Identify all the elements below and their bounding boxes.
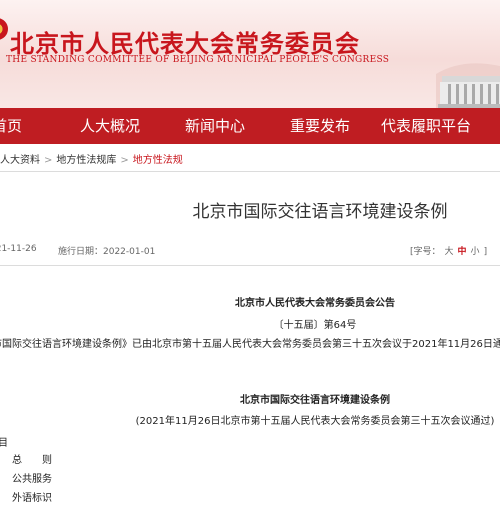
breadcrumb-current[interactable]: 地方性法规 bbox=[133, 151, 183, 166]
font-size-medium-button[interactable]: 中 bbox=[458, 247, 467, 257]
nav-item-news[interactable]: 新闻中心 bbox=[185, 108, 245, 144]
breadcrumb-item[interactable]: 地方性法规库 bbox=[56, 151, 116, 166]
site-subtitle: THE STANDING COMMITTEE OF BEIJING MUNICI… bbox=[6, 55, 390, 65]
main-nav: 首页 人大概况 新闻中心 重要发布 代表履职平台 bbox=[0, 108, 500, 144]
law-title: 北京市国际交往语言环境建设条例 bbox=[240, 395, 390, 406]
effective-date: 施行日期：2022-01-01 bbox=[58, 247, 156, 257]
meta-divider bbox=[0, 265, 500, 266]
breadcrumb-item[interactable]: 人大资料 bbox=[0, 151, 40, 166]
breadcrumb: 人大资料 > 地方性法规库 > 地方性法规 bbox=[0, 151, 183, 167]
breadcrumb-separator: > bbox=[120, 155, 129, 166]
toc-item-label[interactable]: 总 则 bbox=[12, 451, 52, 466]
national-emblem-icon bbox=[0, 18, 8, 40]
announcement-title: 北京市人民代表大会常务委员会公告 bbox=[235, 298, 395, 309]
font-size-label: [字号： bbox=[410, 247, 441, 257]
article-title: 北京市国际交往语言环境建设条例 bbox=[192, 202, 448, 222]
font-size-close: ] bbox=[483, 247, 488, 257]
toc-item-label[interactable]: 外语标识 bbox=[12, 489, 52, 504]
breadcrumb-divider bbox=[0, 171, 500, 172]
announcement-body: 市国际交往语言环境建设条例》已由北京市第十五届人民代表大会常务委员会第三十五次会… bbox=[0, 339, 500, 350]
font-size-switcher: [字号： 大中小] bbox=[410, 244, 491, 257]
law-adoption-note: (2021年11月26日北京市第十五届人民代表大会常务委员会第三十五次会议通过) bbox=[135, 416, 495, 427]
font-size-large-button[interactable]: 大 bbox=[445, 247, 454, 257]
font-size-small-button[interactable]: 小 bbox=[471, 247, 480, 257]
toc-item-label[interactable]: 公共服务 bbox=[12, 470, 52, 485]
nav-item-overview[interactable]: 人大概况 bbox=[80, 108, 140, 144]
nav-item-releases[interactable]: 重要发布 bbox=[290, 108, 350, 144]
announcement-number: 〔十五届〕第64号 bbox=[273, 320, 357, 331]
publish-date: 021-11-26 bbox=[0, 244, 37, 254]
site-title[interactable]: 北京市人民代表大会常务委员会 bbox=[10, 24, 360, 59]
nav-item-deputy-platform[interactable]: 代表履职平台 bbox=[381, 108, 471, 144]
toc-heading-label: 目 bbox=[0, 438, 8, 449]
congress-building-icon bbox=[436, 63, 500, 108]
site-header: 北京市人民代表大会常务委员会 THE STANDING COMMITTEE OF… bbox=[0, 0, 500, 108]
nav-item-home[interactable]: 首页 bbox=[0, 108, 22, 144]
breadcrumb-separator: > bbox=[44, 155, 53, 166]
